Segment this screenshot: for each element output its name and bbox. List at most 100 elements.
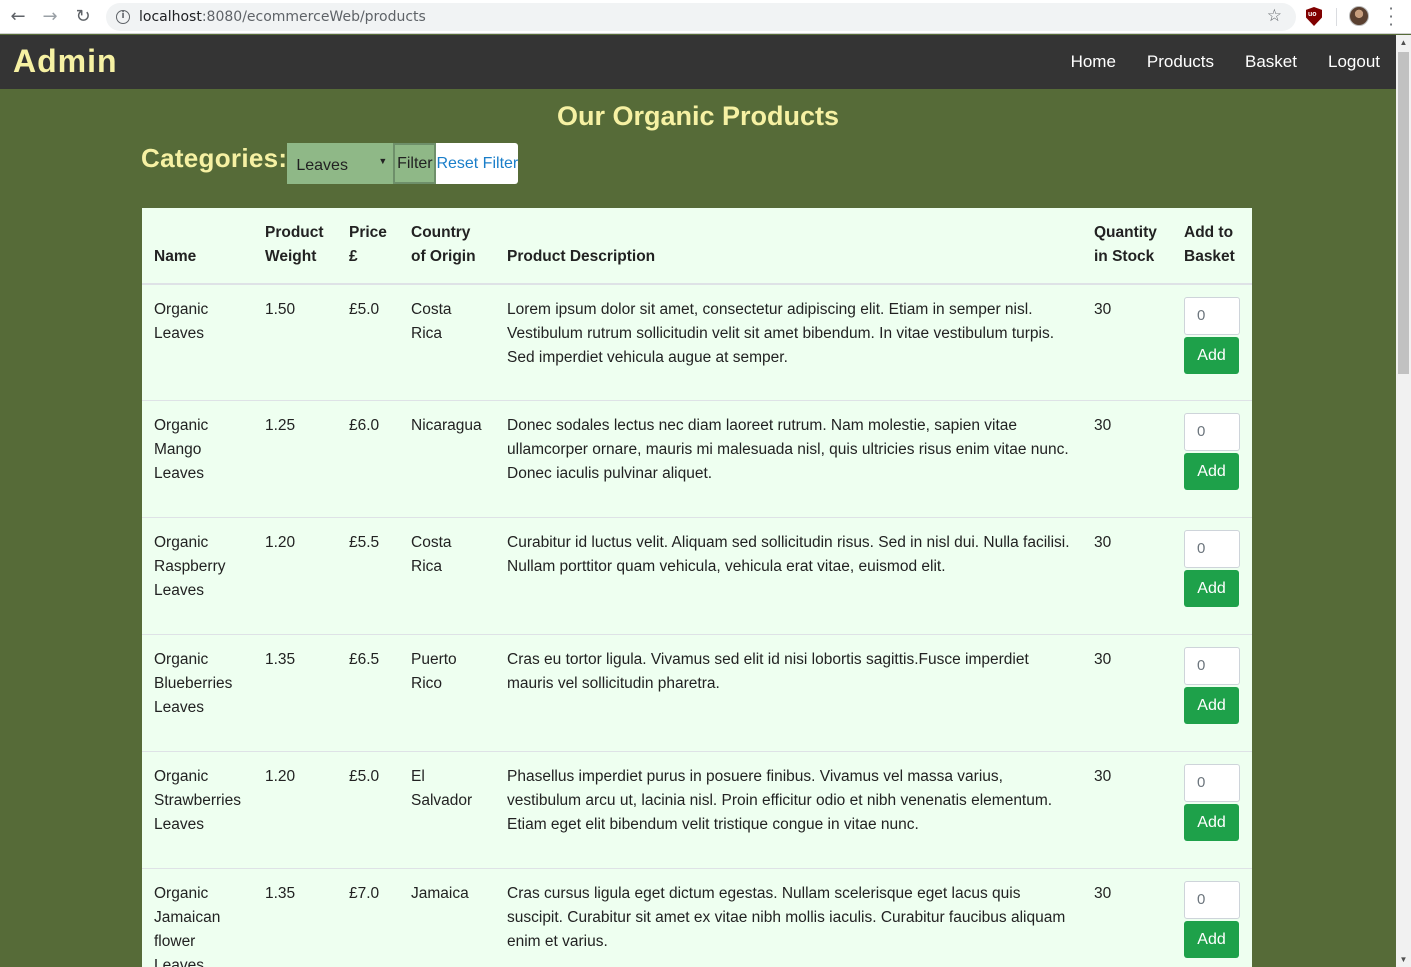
product-description: Curabitur id luctus velit. Aliquam sed s… <box>495 516 1082 634</box>
nav-link-products[interactable]: Products <box>1147 52 1214 72</box>
header-name: Name <box>142 208 253 285</box>
page-title: Our Organic Products <box>556 101 840 131</box>
url-text[interactable]: localhost:8080/ecommerceWeb/products <box>139 9 426 25</box>
brand-title[interactable]: Admin <box>13 43 118 80</box>
table-row: Organic Strawberries Leaves 1.20 £5.0 El… <box>142 750 1252 868</box>
quantity-input[interactable]: 0 <box>1184 880 1240 919</box>
product-description: Donec sodales lectus nec diam laoreet ru… <box>495 399 1082 517</box>
address-bar[interactable]: i localhost:8080/ecommerceWeb/products ☆ <box>106 3 1296 31</box>
table-row: Organic Raspberry Leaves 1.20 £5.5 Costa… <box>142 516 1252 634</box>
products-table: Name Product Weight Price £ Country of O… <box>142 208 1252 967</box>
quantity-input[interactable]: 0 <box>1184 763 1240 802</box>
product-country: El Salvador <box>399 750 495 868</box>
product-name: Organic Raspberry Leaves <box>142 516 253 634</box>
header-price: Price £ <box>337 208 399 285</box>
nav-link-logout[interactable]: Logout <box>1328 52 1380 72</box>
product-weight: 1.35 <box>253 867 337 967</box>
add-button[interactable]: Add <box>1184 686 1239 724</box>
product-stock: 30 <box>1082 633 1172 751</box>
table-row: Organic Leaves 1.50 £5.0 Costa Rica Lore… <box>142 284 1252 400</box>
product-stock: 30 <box>1082 399 1172 517</box>
toolbar-divider <box>1336 8 1337 26</box>
header-description: Product Description <box>495 208 1082 285</box>
header-country: Country of Origin <box>399 208 495 285</box>
basket-cell: 0 Add <box>1172 284 1252 400</box>
product-country: Costa Rica <box>399 516 495 634</box>
product-name: Organic Mango Leaves <box>142 399 253 517</box>
scroll-thumb[interactable] <box>1398 52 1409 374</box>
basket-cell: 0 Add <box>1172 750 1252 868</box>
product-price: £6.5 <box>337 633 399 751</box>
product-name: Organic Blueberries Leaves <box>142 633 253 751</box>
scroll-up-icon[interactable]: ▲ <box>1396 35 1411 50</box>
product-description: Phasellus imperdiet purus in posuere fin… <box>495 750 1082 868</box>
quantity-input[interactable]: 0 <box>1184 529 1240 568</box>
quantity-input[interactable]: 0 <box>1184 412 1240 451</box>
product-stock: 30 <box>1082 867 1172 967</box>
product-country: Costa Rica <box>411 301 452 342</box>
table-row: Organic Jamaican flower Leaves 1.35 £7.0… <box>142 867 1252 967</box>
product-country: Nicaragua <box>399 399 495 517</box>
add-button[interactable]: Add <box>1184 920 1239 958</box>
nav-link-home[interactable]: Home <box>1071 52 1116 72</box>
scroll-down-icon[interactable]: ▼ <box>1396 952 1411 967</box>
product-weight: 1.25 <box>253 399 337 517</box>
table-row: Organic Mango Leaves 1.25 £6.0 Nicaragua… <box>142 399 1252 517</box>
table-row: Organic Blueberries Leaves 1.35 £6.5 Pue… <box>142 633 1252 751</box>
product-description: Cras cursus ligula eget dictum egestas. … <box>495 867 1082 967</box>
product-stock: 30 <box>1082 750 1172 868</box>
basket-cell: 0 Add <box>1172 516 1252 634</box>
quantity-input[interactable]: 0 <box>1184 646 1240 685</box>
info-icon[interactable]: i <box>116 10 130 24</box>
product-description: Cras eu tortor ligula. Vivamus sed elit … <box>495 633 1082 751</box>
filter-button[interactable]: Filter <box>393 143 437 184</box>
browser-toolbar: ← → ↻ i localhost:8080/ecommerceWeb/prod… <box>0 0 1411 34</box>
add-button[interactable]: Add <box>1184 452 1239 490</box>
product-price: £5.5 <box>337 516 399 634</box>
category-select-value: Leaves <box>296 157 348 174</box>
quantity-input[interactable]: 0 <box>1184 297 1240 335</box>
add-button[interactable]: Add <box>1184 803 1239 841</box>
product-weight: 1.50 <box>265 301 296 318</box>
nav-link-basket[interactable]: Basket <box>1245 52 1297 72</box>
header-add-to-basket: Add to Basket <box>1172 208 1252 285</box>
chevron-down-icon: ▼ <box>378 156 388 166</box>
product-price: £5.0 <box>349 301 380 318</box>
product-price: £6.0 <box>337 399 399 517</box>
arrow-right-icon[interactable]: → <box>38 5 62 29</box>
basket-cell: 0 Add <box>1172 633 1252 751</box>
reload-icon[interactable]: ↻ <box>71 5 95 29</box>
product-price: £7.0 <box>337 867 399 967</box>
product-name: Organic Jamaican flower Leaves <box>142 867 253 967</box>
basket-cell: 0 Add <box>1172 867 1252 967</box>
product-stock: 30 <box>1082 516 1172 634</box>
product-name: Organic Leaves <box>154 301 209 342</box>
add-button[interactable]: Add <box>1184 569 1239 607</box>
product-weight: 1.20 <box>253 750 337 868</box>
page-scrollbar[interactable]: ▲ ▼ <box>1396 35 1411 967</box>
nav-links: Home Products Basket Logout <box>1040 52 1380 72</box>
product-country: Puerto Rico <box>399 633 495 751</box>
category-select[interactable]: Leaves ▼ <box>287 143 394 184</box>
product-weight: 1.20 <box>253 516 337 634</box>
product-country: Jamaica <box>399 867 495 967</box>
arrow-left-icon[interactable]: ← <box>6 5 30 29</box>
product-price: £5.0 <box>337 750 399 868</box>
star-icon[interactable]: ☆ <box>1267 6 1282 26</box>
header-weight: Product Weight <box>253 208 337 285</box>
product-weight: 1.35 <box>253 633 337 751</box>
reset-filter-button[interactable]: Reset Filter <box>436 143 519 184</box>
table-header-row: Name Product Weight Price £ Country of O… <box>142 208 1252 285</box>
kebab-menu-icon[interactable]: · · · <box>1385 1 1397 33</box>
categories-label: Categories: <box>141 143 288 173</box>
top-navbar: Admin Home Products Basket Logout <box>0 35 1396 89</box>
category-filter: Categories: Leaves ▼ Filter Reset Filter <box>141 143 519 184</box>
header-stock: Quantity in Stock <box>1082 208 1172 285</box>
product-description: Lorem ipsum dolor sit amet, consectetur … <box>507 301 1055 366</box>
add-button[interactable]: Add <box>1184 337 1239 374</box>
product-name: Organic Strawberries Leaves <box>142 750 253 868</box>
avatar[interactable] <box>1349 6 1369 26</box>
product-stock: 30 <box>1094 301 1112 318</box>
ublock-icon[interactable]: uo <box>1306 7 1322 26</box>
basket-cell: 0 Add <box>1172 399 1252 517</box>
